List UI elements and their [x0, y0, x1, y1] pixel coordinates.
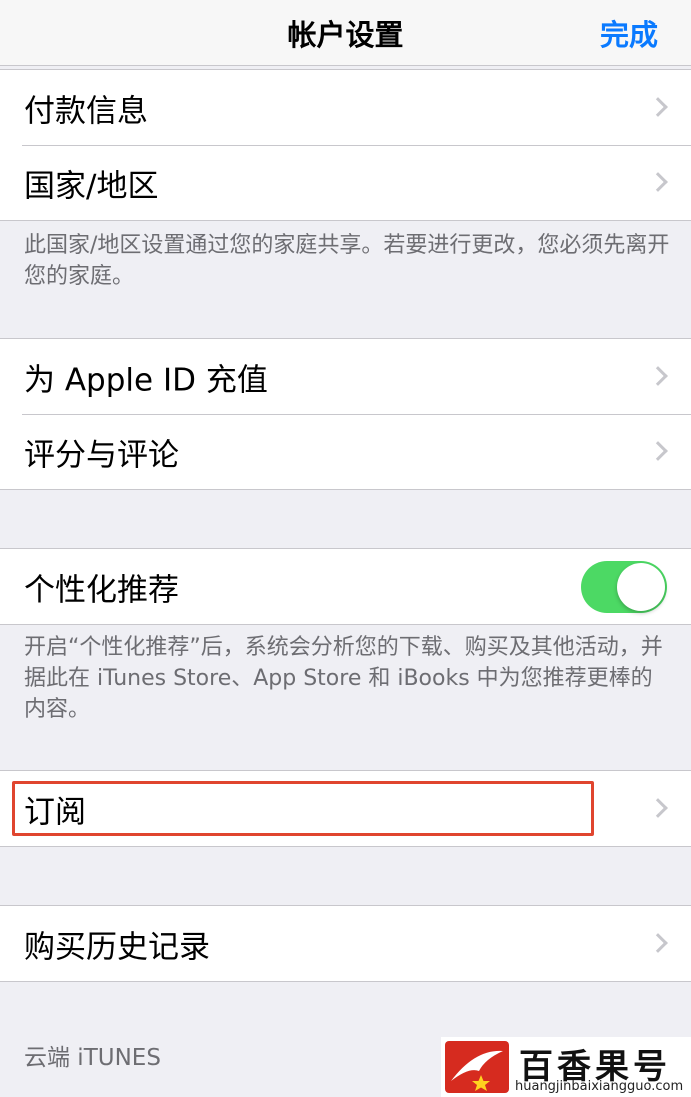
- watermark-url: huangjinbaixiangguo.com: [515, 1079, 684, 1094]
- chevron-right-icon: [648, 365, 668, 386]
- country-region-label: 国家/地区: [24, 168, 159, 204]
- personalized-recommendations-label: 个性化推荐: [24, 572, 179, 608]
- personalization-note: 开启“个性化推荐”后，系统会分析您的下载、购买及其他活动，并据此在 iTunes…: [24, 635, 663, 722]
- add-funds-label: 为 Apple ID 充值: [24, 362, 268, 398]
- cloud-itunes-header: 云端 iTUNES: [24, 1045, 161, 1071]
- toggle-knob: [617, 563, 665, 611]
- ratings-reviews-row[interactable]: 评分与评论: [0, 414, 691, 489]
- purchase-history-label: 购买历史记录: [24, 929, 210, 965]
- subscriptions-highlight-box: [12, 781, 594, 836]
- chevron-right-icon: [648, 797, 668, 818]
- chevron-right-icon: [648, 932, 668, 953]
- page-title: 帐户设置: [287, 18, 404, 52]
- family-sharing-note: 此国家/地区设置通过您的家庭共享。若要进行更改，您必须先离开您的家庭。: [24, 233, 670, 289]
- chevron-right-icon: [648, 171, 668, 192]
- payment-info-row[interactable]: 付款信息: [0, 70, 691, 145]
- watermark: 百香果号 huangjinbaixiangguo.com: [441, 1037, 691, 1097]
- navigation-bar: 帐户设置 完成: [0, 0, 691, 66]
- country-region-row[interactable]: 国家/地区: [0, 145, 691, 220]
- purchase-history-row[interactable]: 购买历史记录: [0, 906, 691, 981]
- payment-info-label: 付款信息: [24, 93, 148, 129]
- ratings-reviews-label: 评分与评论: [24, 437, 179, 473]
- account-group: 付款信息 国家/地区: [0, 69, 691, 221]
- chevron-right-icon: [648, 96, 668, 117]
- apple-id-group: 为 Apple ID 充值 评分与评论: [0, 338, 691, 490]
- add-funds-row[interactable]: 为 Apple ID 充值: [0, 339, 691, 414]
- personalized-recommendations-row: 个性化推荐: [0, 549, 691, 624]
- watermark-logo-icon: [445, 1041, 509, 1093]
- personalization-group: 个性化推荐: [0, 548, 691, 625]
- purchase-history-group: 购买历史记录: [0, 905, 691, 982]
- done-button[interactable]: 完成: [600, 12, 658, 54]
- chevron-right-icon: [648, 440, 668, 461]
- personalized-recommendations-toggle[interactable]: [581, 561, 667, 613]
